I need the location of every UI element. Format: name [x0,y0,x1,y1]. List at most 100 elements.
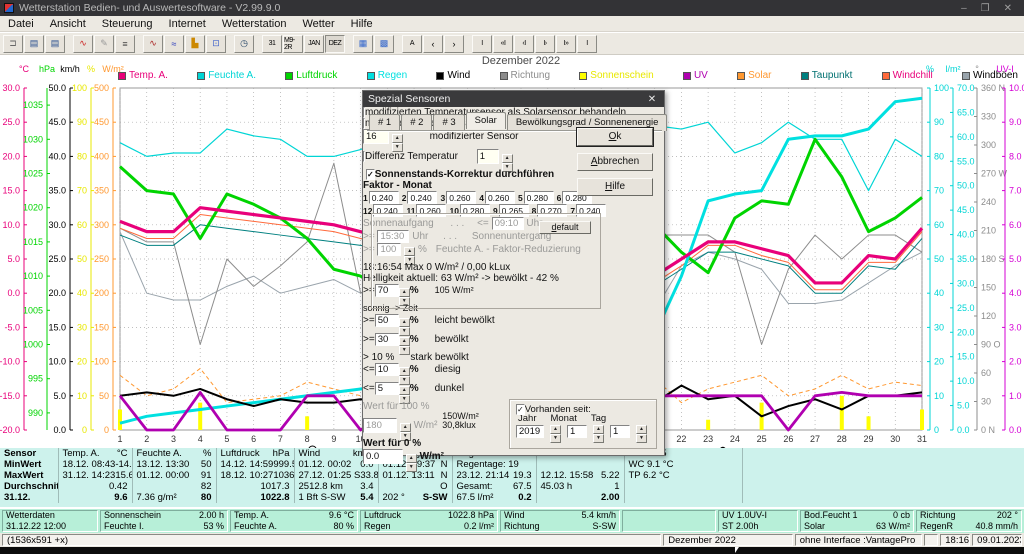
close-button[interactable]: ✕ [1004,3,1012,14]
factor-month-4-input[interactable]: 0.260 [485,191,515,204]
monat-input[interactable]: 1 [567,425,587,438]
svg-text:10.0: 10.0 [48,357,66,367]
svg-text:30: 30 [77,322,87,332]
svg-text:60: 60 [934,220,944,230]
wert100-input[interactable]: 180 [363,418,397,433]
tag-input[interactable]: 1 [610,425,630,438]
statusbar2-cell-2: ohne Interface :VantagePro [795,534,923,546]
nav-back-button[interactable]: ‹I [514,35,534,53]
default-button[interactable]: default [539,221,591,234]
table-view-icon[interactable]: ▦ [353,35,373,53]
exit-icon[interactable]: ⊐ [3,35,23,53]
abbrechen-button[interactable]: Abbrechen [577,153,653,171]
svg-text:°C: °C [19,64,30,74]
svg-text:80: 80 [77,151,87,161]
svg-text:180 S: 180 S [981,254,1005,264]
range-day-button[interactable]: 31 [262,35,282,53]
diff-spinner[interactable]: ▲▼ [502,154,513,169]
svg-text:1005: 1005 [23,305,43,315]
menu-item-wetterstation[interactable]: Wetterstation [214,18,295,30]
db-export-icon[interactable]: ⊡ [206,35,226,53]
svg-text:2.0: 2.0 [1009,357,1022,367]
range-jan-button[interactable]: JAN [304,35,324,53]
minimize-button[interactable]: – [961,3,967,14]
mod-sensor-spinner[interactable]: ▲▼ [392,134,403,149]
dialog-tab-solar[interactable]: Solar [466,112,506,129]
svg-text:9.0: 9.0 [1009,117,1022,127]
dialog-title-bar[interactable]: Spezial Sensoren ✕ [363,91,664,107]
spezial-sensoren-dialog: Spezial Sensoren ✕ # 1# 2# 3SolarBewölku… [362,90,665,456]
nav-fwd-button[interactable]: I› [535,35,555,53]
diff-input[interactable]: 1 [477,149,499,164]
svg-text:50: 50 [934,254,944,264]
nav-start-button[interactable]: I [472,35,492,53]
svg-text:60.0: 60.0 [957,132,975,142]
auto-button[interactable]: A [402,35,422,53]
next-button[interactable]: › [444,35,464,53]
dialog-tab--3[interactable]: # 3 [433,114,464,131]
nav-fast-back-button[interactable]: «I [493,35,513,53]
threshold-input-4[interactable]: 10 [375,363,399,376]
svg-text:W/m²: W/m² [102,64,124,74]
nav-fast-fwd-button[interactable]: I» [556,35,576,53]
statusbar2-cell-4: 18:16 [940,534,970,546]
title-bar: Wetterstation Bedien- und Auswertesoftwa… [0,0,1024,16]
range-month-button[interactable]: M9-2R [283,35,303,53]
menu-item-ansicht[interactable]: Ansicht [42,18,94,30]
range-dez-button[interactable]: DEZ [325,35,345,53]
maximize-button[interactable]: ❐ [981,3,990,14]
curve-window-icon[interactable]: ∿ [143,35,163,53]
factor-month-2-input[interactable]: 0.240 [407,191,437,204]
svg-text:0.0: 0.0 [1009,425,1022,435]
status-panel-8: Richtung202 °RegenR40.8 mm/h [916,510,1022,532]
factor-month-3-input[interactable]: 0.260 [446,191,476,204]
menu-item-internet[interactable]: Internet [161,18,214,30]
clock-icon[interactable]: ◷ [234,35,254,53]
svg-text:240: 240 [981,197,996,207]
svg-text:70: 70 [934,186,944,196]
menu-item-datei[interactable]: Datei [0,18,42,30]
chart-edit-icon[interactable]: ✎ [94,35,114,53]
threshold-input-2[interactable]: 30 [375,333,399,346]
prev-button[interactable]: ‹ [423,35,443,53]
cb-vorhanden[interactable]: ✓Vorhanden seit: [516,404,662,415]
menu-item-steuerung[interactable]: Steuerung [94,18,161,30]
sunshine-bar [198,403,202,430]
table-view2-icon[interactable]: ▩ [374,35,394,53]
hilfe-button[interactable]: Hilfe [577,178,653,196]
dialog-close-icon[interactable]: ✕ [645,94,659,105]
svg-text:%: % [87,64,95,74]
svg-text:150: 150 [981,283,996,293]
svg-text:30.0: 30.0 [957,278,975,288]
dialog-tab--1[interactable]: # 1 [369,114,400,131]
wert0-input[interactable]: 0.0 [363,449,403,464]
svg-text:0: 0 [104,425,109,435]
chart-red-icon[interactable]: ∿ [73,35,93,53]
svg-text:28: 28 [837,434,847,444]
svg-text:40: 40 [77,288,87,298]
svg-text:-10.0: -10.0 [0,357,20,367]
menu-item-wetter[interactable]: Wetter [294,18,342,30]
svg-text:100: 100 [934,83,949,93]
app-icon [4,3,14,13]
svg-text:10.0: 10.0 [957,376,975,386]
menu-item-hilfe[interactable]: Hilfe [343,18,381,30]
save-icon[interactable]: ▤ [24,35,44,53]
threshold-input-5[interactable]: 5 [375,382,399,395]
svg-text:300: 300 [981,140,996,150]
factor-month-1-input[interactable]: 0.240 [369,191,399,204]
svg-text:250: 250 [94,254,109,264]
ok-button[interactable]: Ok [577,128,653,146]
svg-text:UV-I: UV-I [996,64,1014,74]
threshold-input-1[interactable]: 50 [375,314,399,327]
factor-month-5-input[interactable]: 0.280 [524,191,554,204]
svg-text:35.0: 35.0 [48,186,66,196]
save-as-icon[interactable]: ▤ [45,35,65,53]
print-icon[interactable]: ≡ [115,35,135,53]
jahr-input[interactable]: 2019 [516,425,544,438]
threshold-row-4: <=10▲▼%diesig [363,363,664,382]
nav-end-button[interactable]: I [577,35,597,53]
dialog-tab--2[interactable]: # 2 [401,114,432,131]
bar-chart-icon[interactable]: ▙ [185,35,205,53]
multi-curve-icon[interactable]: ≈ [164,35,184,53]
